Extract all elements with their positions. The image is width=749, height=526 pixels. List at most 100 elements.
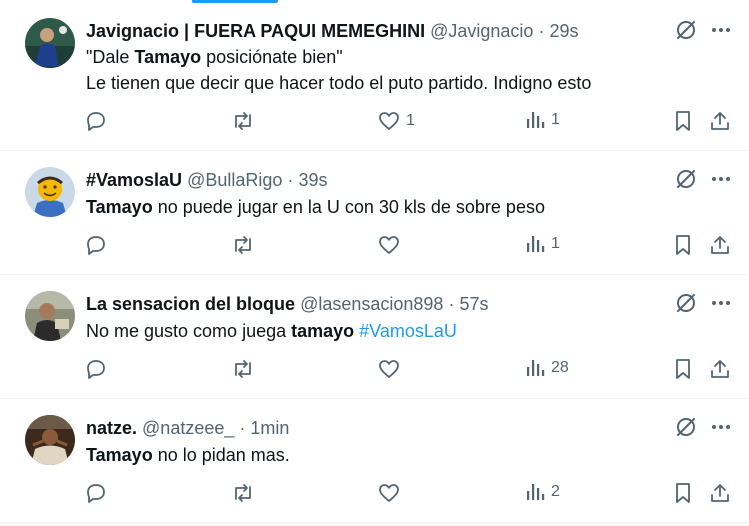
views-button[interactable]: 1: [525, 110, 560, 130]
more-icon[interactable]: [711, 27, 731, 33]
bookmark-button[interactable]: [673, 110, 693, 132]
separator-dot: ·: [239, 418, 246, 438]
more-icon[interactable]: [711, 176, 731, 182]
like-icon: [379, 360, 399, 378]
like-icon: [379, 484, 399, 502]
bookmark-button[interactable]: [673, 234, 693, 256]
action-bar: 1 1: [85, 110, 735, 136]
like-button[interactable]: [378, 234, 406, 256]
views-button[interactable]: 28: [525, 358, 569, 378]
tweet[interactable]: natze. @natzeee_ · 1min Tamayo no lo pid…: [0, 399, 749, 523]
tweet-text: "Dale Tamayo posiciónate bien" Le tienen…: [86, 44, 591, 96]
views-icon: [527, 236, 545, 252]
text-segment: Le tienen que decir que hacer todo el pu…: [86, 73, 592, 93]
action-bar: 1: [85, 234, 735, 260]
avatar[interactable]: [25, 415, 75, 465]
bookmark-button[interactable]: [673, 482, 693, 504]
share-icon: [711, 360, 729, 378]
share-button[interactable]: [709, 482, 731, 504]
timestamp[interactable]: 39s: [298, 170, 327, 190]
author-handle[interactable]: @lasensacion898: [300, 294, 443, 314]
reply-button[interactable]: [85, 110, 113, 132]
share-icon: [711, 484, 729, 502]
tweet-text-line: Le tienen que decir que hacer todo el pu…: [86, 70, 591, 96]
views-count: 1: [551, 111, 560, 128]
views-button[interactable]: 2: [525, 482, 560, 502]
tweet-text: No me gusto como juega tamayo #VamosLaU: [86, 318, 457, 344]
retweet-button[interactable]: [231, 358, 261, 380]
retweet-button[interactable]: [231, 110, 261, 132]
share-button[interactable]: [709, 358, 731, 380]
tweet-text: Tamayo no puede jugar en la U con 30 kls…: [86, 194, 545, 220]
views-icon: [527, 112, 545, 128]
retweet-button[interactable]: [231, 234, 261, 256]
reply-icon: [87, 236, 105, 255]
retweet-button[interactable]: [231, 482, 261, 504]
reply-button[interactable]: [85, 234, 113, 256]
text-segment: "Dale: [86, 47, 135, 67]
grok-icon[interactable]: [675, 168, 697, 190]
like-button[interactable]: 1: [378, 110, 415, 132]
author-handle[interactable]: @Javignacio: [430, 21, 533, 41]
author-handle[interactable]: @BullaRigo: [187, 170, 282, 190]
author-handle[interactable]: @natzeee_: [142, 418, 234, 438]
like-button[interactable]: [378, 358, 406, 380]
tweet-text-line: No me gusto como juega tamayo #VamosLaU: [86, 318, 457, 344]
action-bar: 2: [85, 482, 735, 508]
more-icon[interactable]: [711, 300, 731, 306]
views-count: 1: [551, 235, 560, 252]
views-icon: [527, 484, 545, 500]
avatar[interactable]: [25, 18, 75, 68]
text-segment: No me gusto como juega: [86, 321, 292, 341]
reply-icon: [87, 360, 105, 379]
views-count: 2: [551, 483, 560, 500]
like-icon: [379, 236, 399, 254]
bookmark-icon: [676, 483, 690, 503]
separator-dot: ·: [448, 294, 455, 314]
share-icon: [711, 236, 729, 254]
bookmark-icon: [676, 111, 690, 131]
share-button[interactable]: [709, 234, 731, 256]
author-name[interactable]: natze.: [86, 418, 137, 438]
bookmark-button[interactable]: [673, 358, 693, 380]
share-button[interactable]: [709, 110, 731, 132]
avatar[interactable]: [25, 167, 75, 217]
views-button[interactable]: 1: [525, 234, 560, 254]
bookmark-icon: [676, 359, 690, 379]
tweet-text-line: Tamayo no lo pidan mas.: [86, 442, 290, 468]
text-segment: no puede jugar en la U con 30 kls de sob…: [152, 197, 545, 217]
more-icon[interactable]: [711, 424, 731, 430]
grok-icon[interactable]: [675, 292, 697, 314]
like-button[interactable]: [378, 482, 406, 504]
views-icon: [527, 360, 545, 376]
like-icon: [379, 112, 399, 130]
tweet[interactable]: La sensacion del bloque @lasensacion898 …: [0, 275, 749, 399]
text-segment: posiciónate bien": [201, 47, 343, 67]
timestamp[interactable]: 1min: [250, 418, 289, 438]
grok-icon[interactable]: [675, 416, 697, 438]
author-name[interactable]: La sensacion del bloque: [86, 294, 295, 314]
retweet-icon: [235, 484, 251, 502]
separator-dot: ·: [287, 170, 294, 190]
action-bar: 28: [85, 358, 735, 384]
highlighted-term: Tamayo: [134, 47, 202, 67]
reply-button[interactable]: [85, 482, 113, 504]
tweet[interactable]: Javignacio | FUERA PAQUI MEMEGHINI @Javi…: [0, 0, 749, 151]
retweet-icon: [235, 236, 251, 254]
tweet[interactable]: #VamoslaU @BullaRigo · 39s Tamayo no pue…: [0, 151, 749, 275]
timestamp[interactable]: 29s: [549, 21, 578, 41]
hashtag-link[interactable]: #VamosLaU: [359, 321, 457, 341]
retweet-icon: [235, 112, 251, 130]
avatar[interactable]: [25, 291, 75, 341]
author-name[interactable]: Javignacio | FUERA PAQUI MEMEGHINI: [86, 21, 425, 41]
highlighted-term: Tamayo: [86, 445, 153, 465]
reply-icon: [87, 112, 105, 131]
tweet-text-line: "Dale Tamayo posiciónate bien": [86, 44, 591, 70]
retweet-icon: [235, 360, 251, 378]
separator-dot: ·: [538, 21, 545, 41]
grok-icon[interactable]: [675, 19, 697, 41]
author-name[interactable]: #VamoslaU: [86, 170, 182, 190]
share-icon: [711, 112, 729, 130]
timestamp[interactable]: 57s: [459, 294, 488, 314]
reply-button[interactable]: [85, 358, 113, 380]
